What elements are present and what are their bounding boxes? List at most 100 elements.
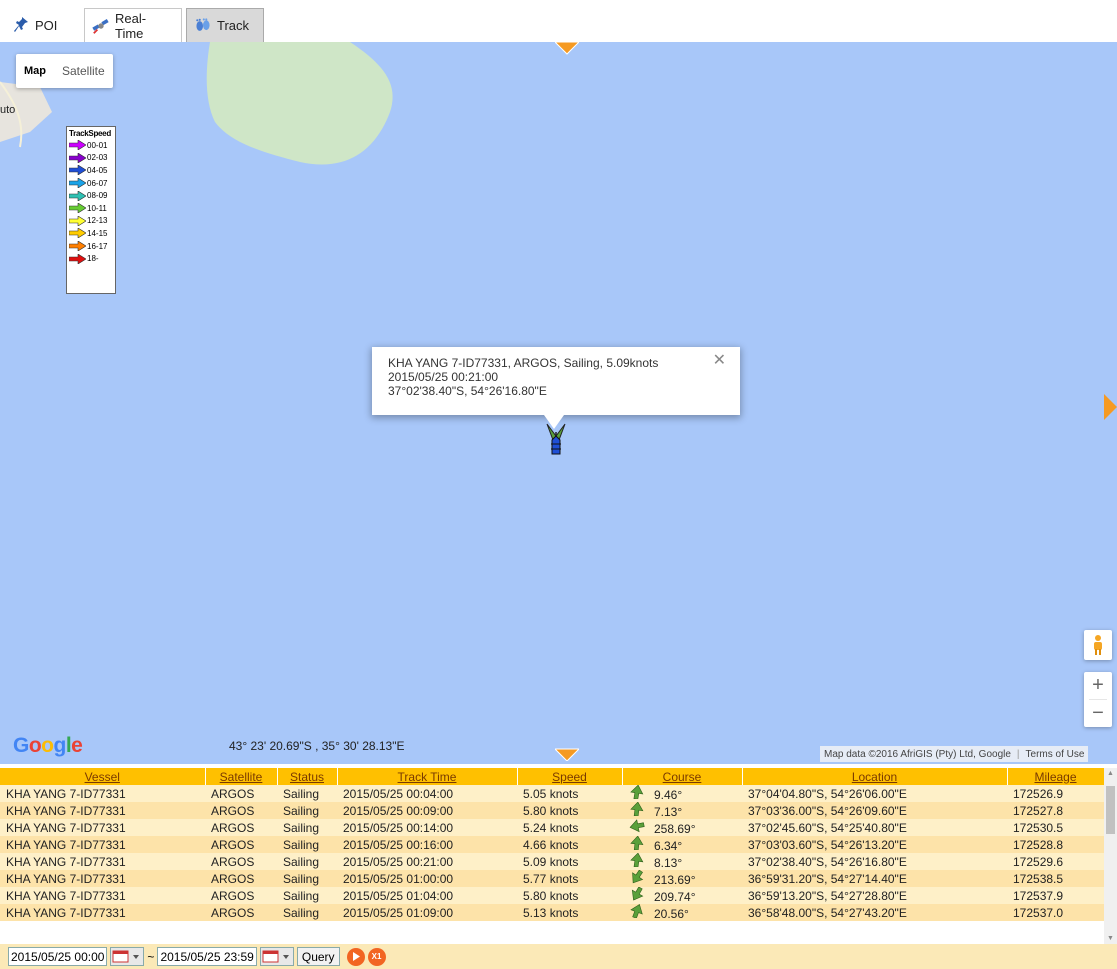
cell-status: Sailing [277,904,337,921]
table-row[interactable]: KHA YANG 7-ID77331 ARGOS Sailing 2015/05/25… [0,836,1104,853]
cell-time: 2015/05/25 00:14:00 [337,819,517,836]
cell-location: 36°59'13.20"S, 54°27'28.80"E [742,887,1007,904]
cell-vessel: KHA YANG 7-ID77331 [0,904,205,921]
cell-course-value: 20.56° [654,907,689,921]
tab-poi[interactable]: POI [5,8,81,42]
pan-down-arrow-icon[interactable] [555,745,579,761]
table-header-row: Vessel Satellite Status Track Time Speed Cour… [0,768,1105,785]
start-datetime-input[interactable]: 2015/05/25 00:00 [8,947,108,966]
cell-vessel: KHA YANG 7-ID77331 [0,887,205,904]
speed-arrow-icon [69,215,86,226]
column-header[interactable]: Course [622,768,743,785]
course-arrow-icon [631,887,644,901]
table-row[interactable]: KHA YANG 7-ID77331 ARGOS Sailing 2015/05/25… [0,887,1104,904]
start-calendar-icon[interactable] [110,947,145,966]
legend-item: 06-07 [69,177,113,190]
cell-vessel: KHA YANG 7-ID77331 [0,836,205,853]
map-type-map-button[interactable]: Map [16,54,54,88]
cell-satellite: ARGOS [205,819,277,836]
cell-time: 2015/05/25 01:09:00 [337,904,517,921]
cell-time: 2015/05/25 00:21:00 [337,853,517,870]
app-root: POI Real-Time Track Map Satellite uto Tr… [0,0,1117,969]
cell-speed: 5.80 knots [517,887,622,904]
cell-location: 36°59'31.20"S, 54°27'14.40"E [742,870,1007,887]
scrollbar-thumb[interactable] [1106,786,1115,834]
cell-time: 2015/05/25 00:04:00 [337,785,517,802]
cell-course-value: 213.69° [654,873,696,887]
map-canvas[interactable]: Map Satellite uto TrackSpeed 00-01 02-03 0… [0,42,1117,764]
cell-satellite: ARGOS [205,785,277,802]
legend-title: TrackSpeed [69,129,111,138]
course-arrow-icon [630,904,643,919]
end-datetime-input[interactable]: 2015/05/25 23:59 [157,947,257,966]
vessel-marker-icon[interactable] [545,422,567,460]
pan-up-arrow-icon[interactable] [555,42,579,58]
cell-location: 37°03'36.00"S, 54°26'09.60"E [742,802,1007,819]
zoom-in-button[interactable]: + [1084,672,1112,699]
legend-item-label: 10-11 [87,203,107,213]
pushpin-icon [12,16,30,34]
legend-item: 00-01 [69,139,113,152]
column-header[interactable]: Satellite [205,768,278,785]
map-attribution: Map data ©2016 AfriGIS (Pty) Ltd, Google… [820,746,1089,762]
speed-arrow-icon [69,178,86,189]
cell-course-value: 6.34° [654,839,683,853]
cell-mileage: 172528.8 [1007,836,1104,853]
cell-course: 9.46° [622,785,742,802]
pan-right-arrow-icon[interactable] [1104,394,1117,420]
table-row[interactable]: KHA YANG 7-ID77331 ARGOS Sailing 2015/05/25… [0,904,1104,921]
legend-item: 16-17 [69,240,113,253]
end-calendar-icon[interactable] [259,947,294,966]
tab-track-label: Track [217,18,250,33]
terms-of-use-link[interactable]: Terms of Use [1026,749,1085,760]
query-button[interactable]: Query [296,947,340,966]
speed-arrow-icon [69,228,86,239]
column-header[interactable]: Status [277,768,338,785]
google-logo: Google [13,734,83,757]
playback-speed-button[interactable]: X1 [367,947,386,966]
legend-item-label: 14-15 [87,228,108,238]
table-row[interactable]: KHA YANG 7-ID77331 ARGOS Sailing 2015/05/25… [0,785,1104,802]
zoom-out-button[interactable]: − [1084,700,1112,727]
table-row[interactable]: KHA YANG 7-ID77331 ARGOS Sailing 2015/05/25… [0,870,1104,887]
tab-bar: POI Real-Time Track [0,0,1117,42]
column-header[interactable]: Vessel [0,768,206,785]
table-row[interactable]: KHA YANG 7-ID77331 ARGOS Sailing 2015/05/25… [0,853,1104,870]
map-data-text: Map data ©2016 AfriGIS (Pty) Ltd, Google [824,748,1011,760]
cursor-coordinates: 43° 23' 20.69"S , 35° 30' 28.13"E [229,739,405,753]
table-body: KHA YANG 7-ID77331 ARGOS Sailing 2015/05/25… [0,785,1104,921]
cell-status: Sailing [277,836,337,853]
cell-course-value: 7.13° [654,805,683,819]
cell-course-value: 209.74° [654,890,696,904]
column-header[interactable]: Track Time [337,768,518,785]
table-scrollbar[interactable]: ▲ ▼ [1104,768,1117,944]
cell-location: 37°02'45.60"S, 54°25'40.80"E [742,819,1007,836]
map-type-satellite-button[interactable]: Satellite [54,54,113,88]
cell-mileage: 172537.9 [1007,887,1104,904]
cell-satellite: ARGOS [205,904,277,921]
column-header[interactable]: Location [742,768,1008,785]
street-view-pegman-icon[interactable] [1084,630,1112,660]
column-header[interactable]: Mileage [1007,768,1105,785]
course-arrow-icon [632,870,644,884]
tab-real-time[interactable]: Real-Time [84,8,182,42]
course-arrow-icon [630,785,644,800]
cell-course: 209.74° [622,887,742,904]
close-icon[interactable]: ✕ [713,353,726,369]
cell-status: Sailing [277,785,337,802]
speed-arrow-icon [69,152,86,163]
cell-location: 37°04'04.80"S, 54°26'06.00"E [742,785,1007,802]
zoom-control: + − [1084,672,1112,727]
legend-items: 00-01 02-03 04-05 06-07 08-09 10-11 12-13 14-15… [69,139,113,265]
table-row[interactable]: KHA YANG 7-ID77331 ARGOS Sailing 2015/05/25… [0,819,1104,836]
cell-mileage: 172526.9 [1007,785,1104,802]
tab-track[interactable]: Track [186,8,264,42]
cell-mileage: 172529.6 [1007,853,1104,870]
table-row[interactable]: KHA YANG 7-ID77331 ARGOS Sailing 2015/05/25… [0,802,1104,819]
track-table: Vessel Satellite Status Track Time Speed Cour… [0,768,1105,921]
cell-course-value: 8.13° [654,856,683,870]
column-header[interactable]: Speed [517,768,623,785]
cell-satellite: ARGOS [205,836,277,853]
play-icon[interactable] [346,947,365,966]
legend-item: 08-09 [69,189,113,202]
